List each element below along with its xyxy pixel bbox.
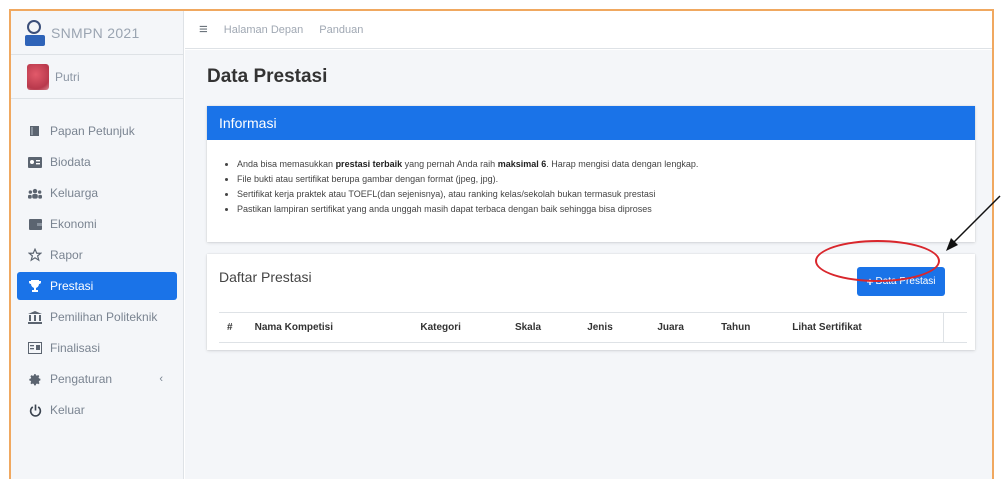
sidebar: SNMPN 2021 Putri Papan Petunjuk Biodata: [11, 11, 184, 479]
sidebar-item-label: Papan Petunjuk: [50, 124, 135, 138]
info-list: Anda bisa memasukkan prestasi terbaik ya…: [207, 140, 975, 217]
column-header: [943, 312, 967, 343]
info-emphasis: prestasi terbaik: [335, 159, 403, 169]
info-card: Informasi Anda bisa memasukkan prestasi …: [207, 106, 975, 242]
sidebar-item-keluarga[interactable]: Keluarga: [11, 179, 183, 207]
sidebar-item-biodata[interactable]: Biodata: [11, 148, 183, 176]
info-item: Pastikan lampiran sertifikat yang anda u…: [237, 202, 975, 217]
sidebar-item-label: Keluar: [50, 403, 85, 417]
info-card-header: Informasi: [207, 106, 975, 140]
column-header[interactable]: Kategori: [412, 312, 507, 343]
sidebar-item-prestasi[interactable]: Prestasi: [17, 272, 177, 300]
brand[interactable]: SNMPN 2021: [11, 11, 183, 55]
sidebar-item-label: Pemilihan Politeknik: [50, 310, 158, 324]
nav-link-halaman-depan[interactable]: Halaman Depan: [224, 24, 304, 36]
annotation-circle: [815, 240, 940, 282]
nav-link-panduan[interactable]: Panduan: [319, 24, 363, 36]
user-name: Putri: [55, 69, 80, 84]
star-icon: [28, 248, 42, 262]
sidebar-item-label: Ekonomi: [50, 217, 97, 231]
sidebar-item-finalisasi[interactable]: Finalisasi: [11, 334, 183, 362]
column-header[interactable]: Tahun: [713, 312, 785, 343]
top-navbar: ≡ Halaman Depan Panduan: [185, 11, 992, 49]
info-item: File bukti atau sertifikat berupa gambar…: [237, 172, 975, 187]
user-panel[interactable]: Putri: [11, 55, 183, 99]
sidebar-item-keluar[interactable]: Keluar: [11, 396, 183, 424]
sidebar-item-rapor[interactable]: Rapor: [11, 241, 183, 269]
info-item: Sertifikat kerja praktek atau TOEFL(dan …: [237, 187, 975, 202]
page-title: Data Prestasi: [207, 66, 328, 87]
power-icon: [28, 403, 42, 417]
hamburger-menu-icon[interactable]: ≡: [199, 21, 208, 38]
sidebar-item-label: Biodata: [50, 155, 91, 169]
info-emphasis: maksimal 6: [497, 159, 547, 169]
sidebar-item-pengaturan[interactable]: Pengaturan ‹: [11, 365, 183, 393]
chevron-left-icon: ‹: [159, 373, 163, 385]
info-item: Anda bisa memasukkan prestasi terbaik ya…: [237, 157, 975, 172]
sidebar-nav: Papan Petunjuk Biodata Keluarga Ekonomi: [11, 99, 183, 424]
users-icon: [28, 186, 42, 200]
gear-icon: [28, 372, 42, 386]
building-icon: [28, 310, 42, 324]
info-text: yang pernah Anda raih: [402, 159, 498, 169]
column-header[interactable]: Skala: [506, 312, 580, 343]
list-title: Daftar Prestasi: [219, 269, 312, 285]
sidebar-item-label: Finalisasi: [50, 341, 101, 355]
column-header[interactable]: Lihat Sertifikat: [784, 312, 944, 343]
sidebar-item-papan-petunjuk[interactable]: Papan Petunjuk: [11, 117, 183, 145]
column-header[interactable]: Juara: [649, 312, 714, 343]
sidebar-item-label: Pengaturan: [50, 372, 113, 386]
avatar: [27, 63, 49, 90]
id-card-icon: [28, 155, 42, 169]
brand-name: SNMPN 2021: [51, 24, 140, 41]
achievement-table: # Nama Kompetisi Kategori Skala Jenis Ju…: [219, 312, 967, 343]
sidebar-item-label: Keluarga: [50, 186, 99, 200]
brand-logo-icon: [25, 19, 45, 46]
info-text: . Harap mengisi data dengan lengkap.: [546, 159, 699, 169]
info-text: Anda bisa memasukkan: [237, 159, 336, 169]
check-box-icon: [28, 341, 42, 355]
sidebar-item-label: Prestasi: [50, 279, 94, 293]
column-header[interactable]: #: [219, 312, 247, 343]
sidebar-item-ekonomi[interactable]: Ekonomi: [11, 210, 183, 238]
table-header-row: # Nama Kompetisi Kategori Skala Jenis Ju…: [219, 312, 967, 343]
column-header[interactable]: Jenis: [579, 312, 650, 343]
sidebar-item-pemilihan-politeknik[interactable]: Pemilihan Politeknik: [11, 303, 183, 331]
wallet-icon: [28, 217, 42, 231]
sidebar-item-label: Rapor: [50, 248, 83, 262]
book-icon: [28, 124, 42, 138]
trophy-icon: [28, 279, 42, 293]
column-header[interactable]: Nama Kompetisi: [246, 312, 413, 343]
